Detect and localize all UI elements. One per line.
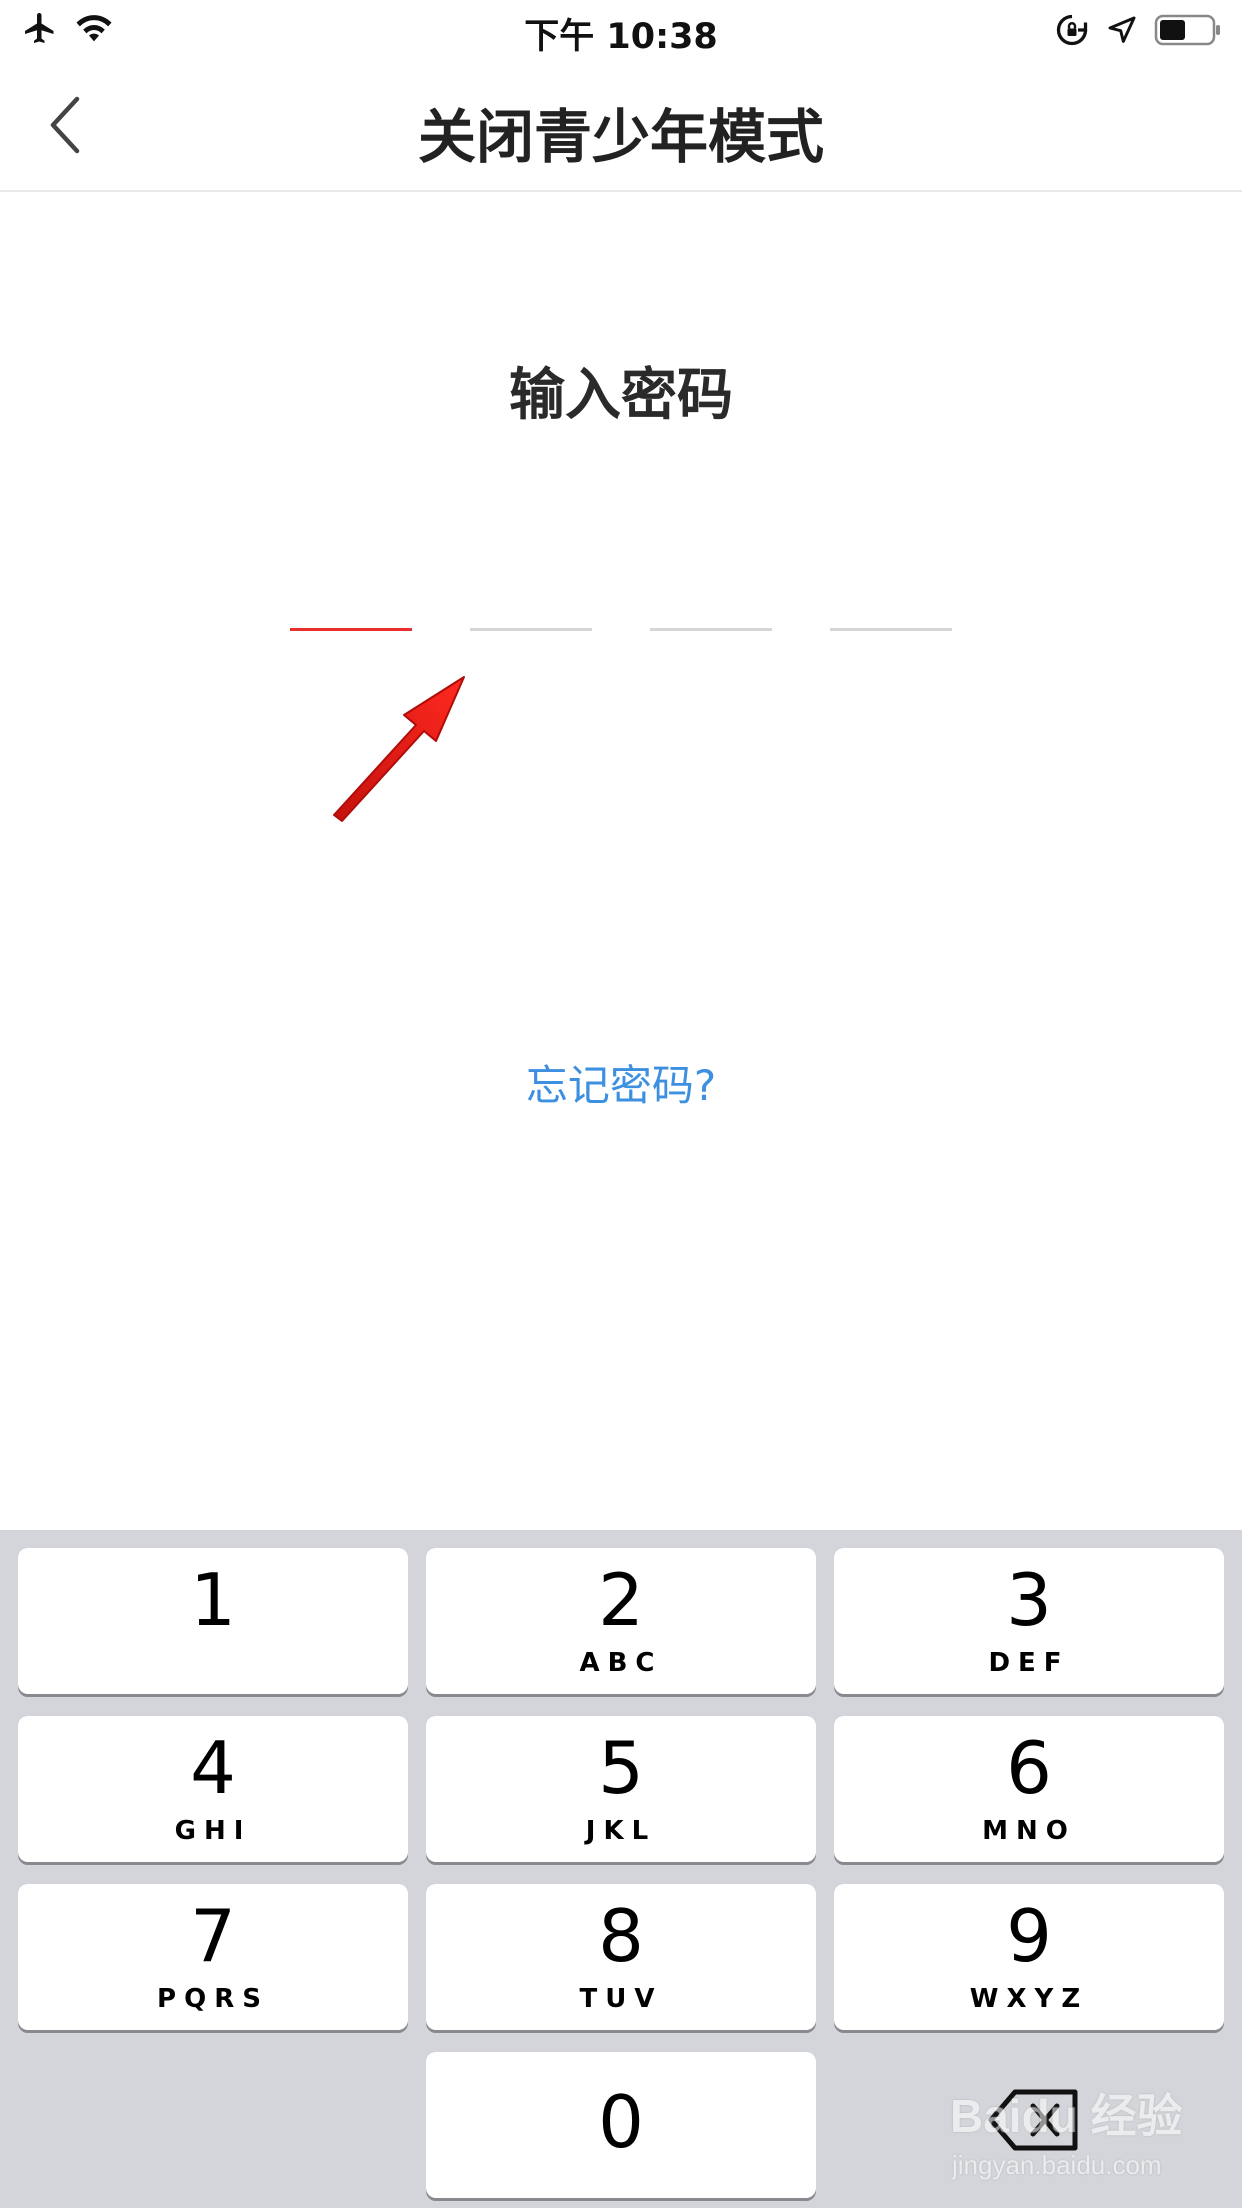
key-digit: 0 [598,2080,644,2164]
key-digit: 2 [598,1558,644,1642]
key-4[interactable]: 4 GHI [18,1716,408,1862]
key-letters: DEF [988,1648,1070,1678]
pin-slot[interactable] [290,628,412,631]
delete-key[interactable] [985,2080,1085,2160]
pin-slot[interactable] [830,628,952,631]
key-digit: 3 [1006,1558,1052,1642]
pin-slot[interactable] [470,628,592,631]
forgot-password-link[interactable]: 忘记密码? [0,1052,1242,1113]
key-digit: 9 [1006,1894,1052,1978]
key-letters: TUV [579,1984,663,2014]
page-title: 关闭青少年模式 [417,103,824,171]
key-letters: GHI [174,1816,252,1846]
key-8[interactable]: 8 TUV [426,1884,816,2030]
key-letters: MNO [982,1816,1076,1846]
red-arrow-annotation [320,665,480,825]
key-letters: WXYZ [969,1984,1089,2014]
status-right [1054,12,1224,52]
key-1[interactable]: 1 [18,1548,408,1694]
password-prompt: 输入密码 [509,363,733,428]
status-bar: 下午 10:38 [0,0,1242,62]
pin-slot[interactable] [650,628,772,631]
key-6[interactable]: 6 MNO [834,1716,1224,1862]
location-icon [1106,14,1138,50]
battery-icon [1154,13,1224,51]
key-letters: ABC [579,1648,663,1678]
key-3[interactable]: 3 DEF [834,1548,1224,1694]
rotation-lock-icon [1054,12,1090,52]
key-digit: 4 [190,1726,236,1810]
key-digit: 8 [598,1894,644,1978]
key-letters: JKL [585,1816,657,1846]
key-5[interactable]: 5 JKL [426,1716,816,1862]
key-9[interactable]: 9 WXYZ [834,1884,1224,2030]
key-letters: PQRS [157,1984,269,2014]
key-7[interactable]: 7 PQRS [18,1884,408,2030]
backspace-icon [985,2089,1085,2164]
key-digit: 1 [190,1558,236,1642]
key-digit: 6 [1006,1726,1052,1810]
key-digit: 5 [598,1726,644,1810]
key-2[interactable]: 2 ABC [426,1548,816,1694]
pin-input[interactable] [290,628,952,632]
key-0[interactable]: 0 [426,2052,816,2198]
nav-bar: 关闭青少年模式 [0,62,1242,192]
key-digit: 7 [190,1894,236,1978]
